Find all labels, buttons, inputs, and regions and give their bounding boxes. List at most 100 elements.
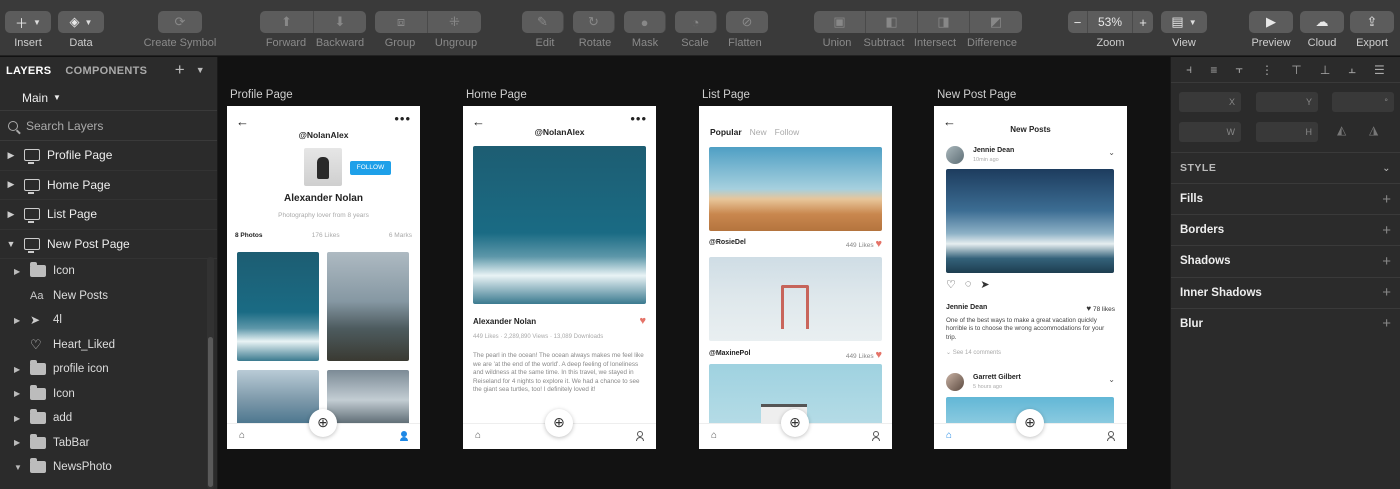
distribute-horizontal-icon[interactable]: ⋮: [1261, 63, 1273, 77]
view-button[interactable]: ▤ ▼: [1161, 11, 1207, 33]
align-left-icon[interactable]: ⫞: [1186, 62, 1192, 77]
folder-icon: [30, 262, 46, 278]
layer-item[interactable]: Aa New Posts: [0, 284, 217, 309]
expanded-triangle-icon[interactable]: ▼: [2, 239, 20, 249]
layer-item[interactable]: ▶ TabBar: [0, 431, 217, 456]
union-icon: ▣: [833, 14, 846, 29]
distribute-vertical-icon[interactable]: ☰: [1374, 63, 1385, 77]
rotation-field[interactable]: °: [1332, 92, 1394, 112]
edit-button[interactable]: ✎: [522, 11, 564, 33]
home-icon: ⌂: [946, 430, 953, 441]
artboard-label-list[interactable]: List Page: [702, 89, 750, 101]
add-page-icon[interactable]: +: [175, 60, 185, 80]
artboard-label-home[interactable]: Home Page: [466, 89, 527, 101]
subtract-button[interactable]: ◧: [866, 11, 918, 33]
backward-button[interactable]: ⬇: [314, 11, 366, 33]
search-icon: [8, 120, 18, 131]
zoom-out-button[interactable]: −: [1068, 11, 1088, 33]
refresh-icon: ⟳: [174, 14, 186, 29]
export-button[interactable]: ⇪: [1350, 11, 1394, 33]
page-selector[interactable]: Main ▼: [0, 85, 217, 111]
page-item-label: New Post Page: [47, 236, 130, 251]
search-layers[interactable]: Search Layers: [0, 111, 217, 141]
profile-icon: [636, 431, 644, 441]
cloud-button[interactable]: ☁: [1300, 11, 1344, 33]
align-right-icon[interactable]: ⫟: [1236, 62, 1243, 77]
width-field[interactable]: W: [1179, 122, 1241, 142]
plus-icon[interactable]: +: [1382, 315, 1391, 332]
collapsed-triangle-icon[interactable]: ▶: [14, 267, 28, 276]
scale-button[interactable]: ◔: [675, 11, 717, 33]
chevron-down-icon[interactable]: ▼: [196, 65, 205, 75]
collapsed-triangle-icon[interactable]: ▶: [14, 389, 28, 398]
align-center-icon[interactable]: ≡: [1210, 63, 1217, 77]
align-top-icon[interactable]: ⊤: [1291, 63, 1301, 77]
preview-button[interactable]: ▶: [1249, 11, 1293, 33]
artboard-label-newpost[interactable]: New Post Page: [937, 89, 1016, 101]
tab-components[interactable]: COMPONENTS: [65, 65, 147, 77]
rotate-button[interactable]: ↻: [573, 11, 615, 33]
style-section[interactable]: Inner Shadows +: [1171, 276, 1400, 308]
style-section[interactable]: Shadows +: [1171, 245, 1400, 276]
likes-count: 449 Likes: [845, 242, 874, 249]
canvas[interactable]: Profile Page ← ••• @NolanAlex FOLLOW Ale…: [219, 57, 1169, 489]
union-button[interactable]: ▣: [814, 11, 866, 33]
height-field[interactable]: H: [1256, 122, 1318, 142]
collapsed-triangle-icon[interactable]: ▶: [2, 179, 20, 190]
artboard-profile-page[interactable]: ← ••• @NolanAlex FOLLOW Alexander Nolan …: [227, 106, 420, 449]
flip-horizontal-icon[interactable]: ◭: [1337, 123, 1346, 137]
artboard-home-page[interactable]: ← ••• @NolanAlex Alexander Nolan ♥ 449 L…: [463, 106, 656, 449]
page-item[interactable]: ▶ Home Page: [0, 171, 217, 200]
y-field[interactable]: Y: [1256, 92, 1318, 112]
layer-item[interactable]: ▶ add: [0, 406, 217, 431]
collapsed-triangle-icon[interactable]: ▶: [14, 438, 28, 447]
zoom-in-button[interactable]: +: [1133, 11, 1153, 33]
layer-item[interactable]: ▶ Icon: [0, 259, 217, 284]
data-button[interactable]: ◈ ▼: [58, 11, 104, 33]
flip-vertical-icon[interactable]: ◮: [1369, 123, 1378, 137]
style-header[interactable]: STYLE ⌄: [1171, 152, 1400, 183]
collapsed-triangle-icon[interactable]: ▶: [2, 209, 20, 220]
intersect-button[interactable]: ◨: [918, 11, 970, 33]
artboard-list-page[interactable]: Popular New Follow @RosieDel 449 Likes ♥…: [699, 106, 892, 449]
mask-button[interactable]: ●: [624, 11, 666, 33]
page-item[interactable]: ▼ New Post Page: [0, 230, 217, 259]
tab-layers[interactable]: LAYERS: [6, 65, 51, 77]
plus-icon[interactable]: +: [1382, 253, 1391, 270]
align-middle-icon[interactable]: ⊥: [1320, 63, 1330, 77]
layer-item[interactable]: ▼ NewsPhoto: [0, 455, 217, 480]
align-bottom-icon[interactable]: ⫠: [1349, 62, 1356, 77]
scrollbar-thumb[interactable]: [208, 337, 213, 487]
expanded-triangle-icon[interactable]: ▼: [14, 463, 28, 472]
x-field[interactable]: X: [1179, 92, 1241, 112]
inspector-panel: ⫞ ≡ ⫟ ⋮ ⊤ ⊥ ⫠ ☰ X Y ° W H ◭ ◮ STYLE ⌄ Fi…: [1170, 57, 1400, 489]
style-section[interactable]: Borders +: [1171, 214, 1400, 245]
group-button[interactable]: ⧈: [375, 11, 428, 33]
difference-button[interactable]: ◩: [970, 11, 1022, 33]
create-symbol-button[interactable]: ⟳: [158, 11, 202, 33]
plus-icon[interactable]: +: [1382, 191, 1391, 208]
collapsed-triangle-icon[interactable]: ▶: [14, 414, 28, 423]
insert-button[interactable]: ＋ ▼: [5, 11, 51, 33]
style-section[interactable]: Fills +: [1171, 183, 1400, 214]
collapsed-triangle-icon[interactable]: ▶: [14, 365, 28, 374]
layer-item[interactable]: ♡ Heart_Liked: [0, 333, 217, 358]
flatten-button[interactable]: ⊘: [726, 11, 768, 33]
layer-item[interactable]: ▶ Icon: [0, 382, 217, 407]
forward-button[interactable]: ⬆: [260, 11, 314, 33]
layer-item[interactable]: ▶ profile icon: [0, 357, 217, 382]
artboard-label-profile[interactable]: Profile Page: [230, 89, 293, 101]
layer-item[interactable]: ▶ ➤ 4l: [0, 308, 217, 333]
collapsed-triangle-icon[interactable]: ▶: [14, 316, 28, 325]
alignment-bar: ⫞ ≡ ⫟ ⋮ ⊤ ⊥ ⫠ ☰: [1171, 57, 1400, 83]
artboard-new-post-page[interactable]: ← New Posts Jennie Dean 10min ago ⌄ ♡ ◌ …: [934, 106, 1127, 449]
zoom-value[interactable]: 53%: [1088, 11, 1133, 33]
page-item[interactable]: ▶ Profile Page: [0, 141, 217, 171]
plus-icon[interactable]: +: [1382, 284, 1391, 301]
ungroup-button[interactable]: ⁜: [428, 11, 481, 33]
zoom-label: Zoom: [1096, 37, 1125, 49]
page-item[interactable]: ▶ List Page: [0, 200, 217, 230]
style-section[interactable]: Blur +: [1171, 307, 1400, 339]
collapsed-triangle-icon[interactable]: ▶: [2, 150, 20, 161]
plus-icon[interactable]: +: [1382, 222, 1391, 239]
